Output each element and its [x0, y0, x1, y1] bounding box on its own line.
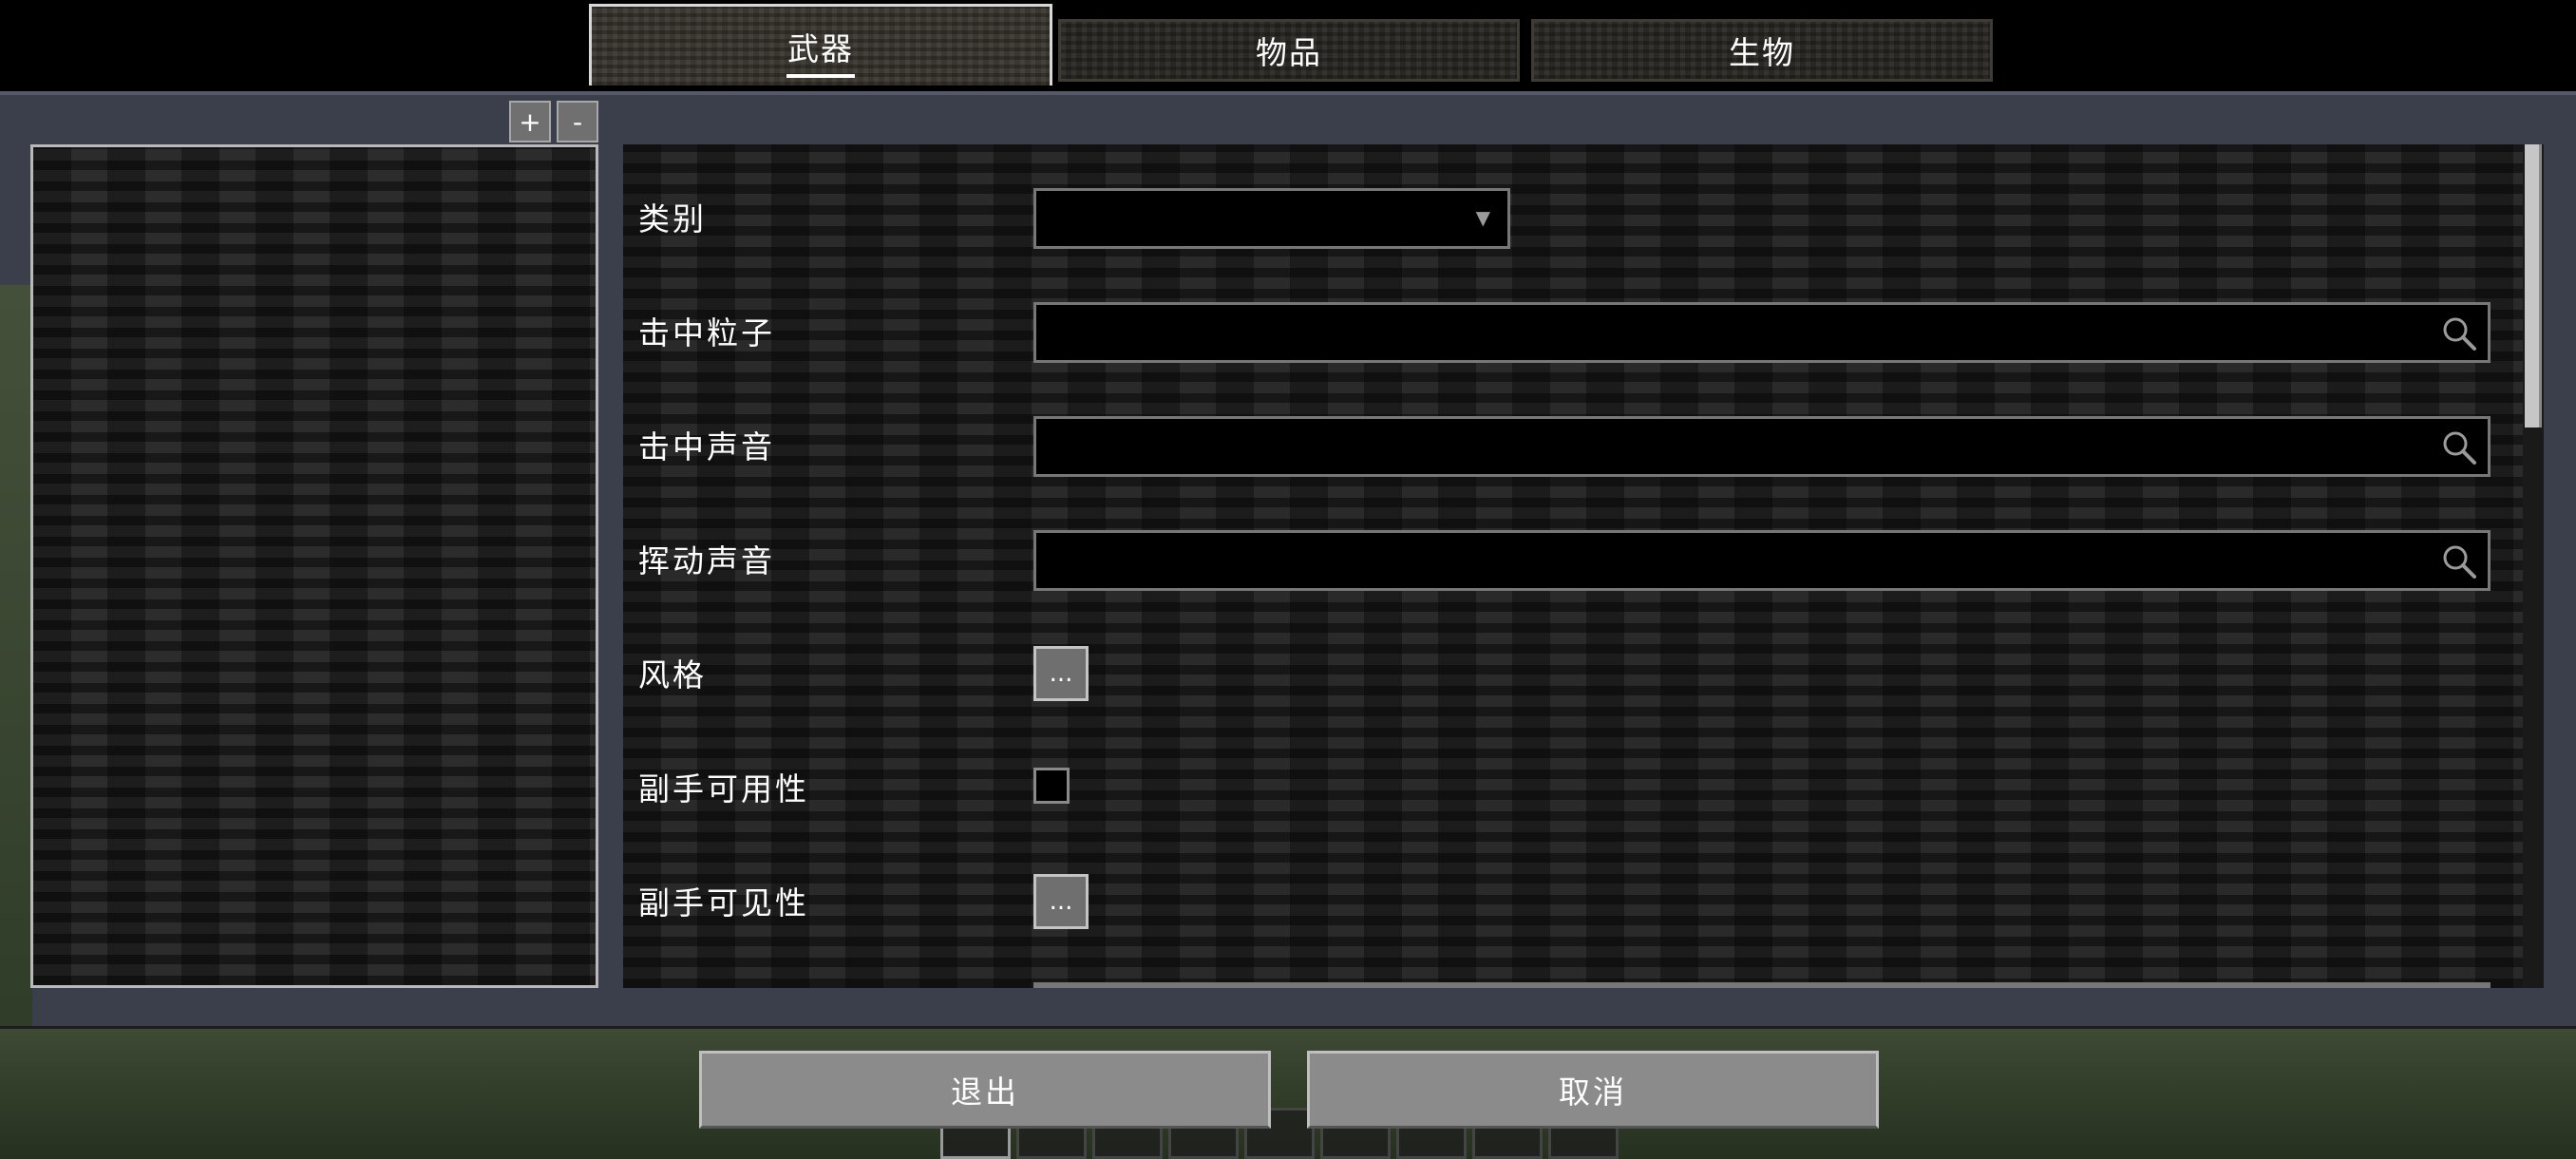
hit-sound-label: 击中声音	[638, 428, 775, 466]
swing-sound-label: 挥动声音	[638, 542, 775, 580]
offhand-usability-checkbox[interactable]	[1033, 768, 1070, 804]
tab-label: 生物	[1729, 34, 1795, 71]
hit-particle-field	[1033, 302, 2491, 363]
offhand-visibility-edit-button[interactable]: ...	[1033, 874, 1089, 929]
offhand-usability-label: 副手可用性	[638, 770, 809, 808]
category-dropdown[interactable]: ▼	[1033, 188, 1510, 249]
chevron-down-icon: ▼	[1475, 206, 1490, 229]
world-background	[0, 285, 32, 1140]
tab-weapons[interactable]: 武器	[589, 4, 1052, 86]
hit-particle-input[interactable]	[1044, 309, 2415, 358]
swing-sound-field	[1033, 530, 2491, 591]
tab-label: 物品	[1256, 34, 1322, 71]
scrollbar-thumb[interactable]	[2525, 144, 2542, 428]
offhand-visibility-label: 副手可见性	[638, 884, 809, 922]
style-edit-button[interactable]: ...	[1033, 646, 1089, 701]
swing-sound-input[interactable]	[1044, 537, 2415, 586]
weapon-list[interactable]	[30, 144, 598, 988]
category-label: 类别	[638, 200, 707, 238]
exit-button[interactable]: 退出	[699, 1051, 1271, 1129]
tab-items[interactable]: 物品	[1058, 19, 1520, 82]
hit-sound-field	[1033, 416, 2491, 477]
next-field-partial	[1033, 982, 2491, 988]
zoom-out-button[interactable]: -	[557, 101, 598, 142]
search-icon[interactable]	[2440, 542, 2478, 580]
active-tab-underline	[786, 74, 855, 78]
search-icon[interactable]	[2440, 314, 2478, 352]
style-label: 风格	[638, 656, 707, 694]
zoom-in-button[interactable]: +	[509, 101, 551, 142]
cancel-button[interactable]: 取消	[1307, 1051, 1879, 1129]
search-icon[interactable]	[2440, 428, 2478, 466]
tab-mobs[interactable]: 生物	[1531, 19, 1993, 82]
hit-sound-input[interactable]	[1044, 423, 2415, 472]
hit-particle-label: 击中粒子	[638, 314, 775, 352]
tab-label: 武器	[787, 29, 854, 67]
